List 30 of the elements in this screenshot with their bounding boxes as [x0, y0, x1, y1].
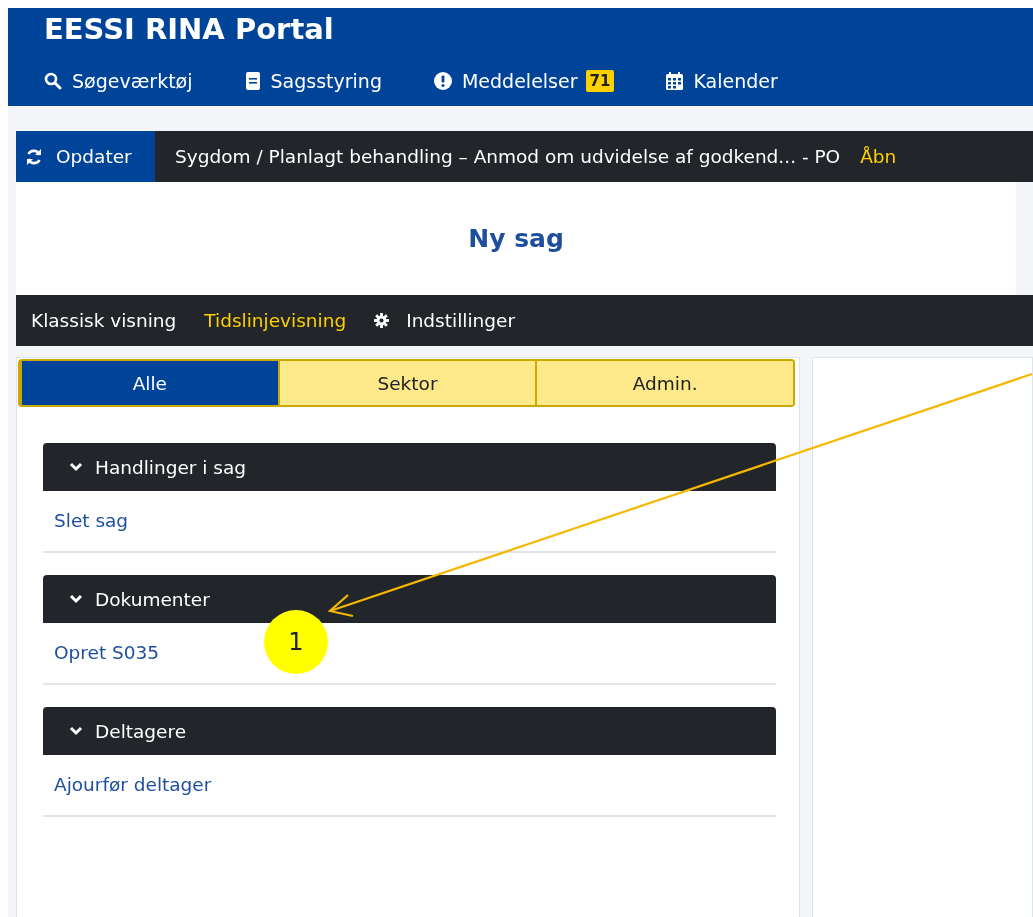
page-title: Ny sag [468, 224, 564, 253]
refresh-icon [26, 148, 42, 165]
tab[interactable]: Admin. [535, 361, 793, 405]
exclamation-icon [433, 72, 452, 90]
view-link[interactable]: Klassisk visning [31, 310, 177, 331]
refresh-button[interactable]: Opdater [16, 131, 155, 182]
section-header[interactable]: Dokumenter [43, 575, 776, 623]
case-title: Sygdom / Planlagt behandling – Anmod om udvidelse af godkend... - PO [175, 146, 841, 167]
open-link[interactable]: Åbn [860, 146, 897, 167]
tab[interactable]: Sektor [277, 361, 536, 405]
chevron-down-icon [69, 726, 83, 736]
action-link[interactable]: Slet sag [43, 491, 776, 553]
view-link[interactable]: Tidslinjevisning [204, 310, 347, 331]
section-header[interactable]: Handlinger i sag [43, 443, 776, 491]
tab[interactable]: Alle [20, 361, 278, 405]
chevron-down-icon [69, 462, 83, 472]
count-badge: 71 [585, 70, 615, 92]
settings-link[interactable]: Indstillinger [374, 310, 515, 331]
nav-link[interactable]: Søgeværktøj [44, 70, 193, 92]
document-icon [244, 72, 261, 90]
section-header[interactable]: Deltagere [43, 707, 776, 755]
nav-link[interactable]: Meddelelser [433, 70, 578, 92]
search-icon [44, 72, 62, 90]
nav-link[interactable]: Kalender [666, 70, 778, 92]
action-link[interactable]: Ajourfør deltager [43, 755, 776, 817]
settings-icon [374, 313, 390, 328]
nav-link[interactable]: Sagsstyring [244, 70, 382, 92]
calendar-icon [666, 72, 684, 90]
chevron-down-icon [69, 594, 83, 604]
app-title: EESSI RINA Portal [44, 12, 334, 48]
